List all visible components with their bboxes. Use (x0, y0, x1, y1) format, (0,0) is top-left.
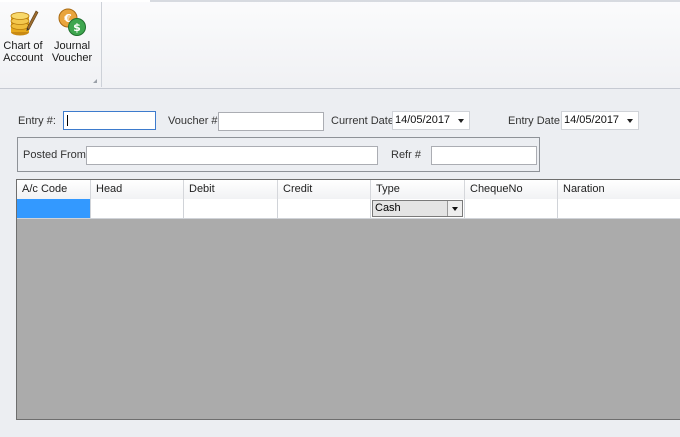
chevron-down-icon[interactable] (627, 119, 633, 123)
refr-number-input[interactable] (431, 146, 537, 165)
posted-from-label: Posted From (23, 149, 86, 161)
cell-cheque-no[interactable] (465, 199, 558, 219)
voucher-number-input[interactable] (218, 112, 324, 131)
cell-credit[interactable] (278, 199, 371, 219)
svg-text:$: $ (73, 21, 81, 34)
journal-voucher-label: Journal Voucher (51, 40, 93, 64)
column-header-cheque-no[interactable]: ChequeNo (465, 180, 558, 199)
cell-head[interactable] (91, 199, 184, 219)
ribbon-bar: Chart of Account € $ Journal Voucher (0, 0, 680, 89)
grid-header: A/c Code Head Debit Credit Type ChequeNo… (17, 180, 680, 200)
text-caret (67, 115, 68, 126)
coins-pen-icon (10, 10, 39, 36)
entry-number-input[interactable] (63, 111, 156, 130)
posted-from-input[interactable] (86, 146, 378, 165)
current-date-picker[interactable]: 14/05/2017 (392, 111, 470, 130)
refr-number-label: Refr # (391, 149, 421, 161)
column-header-credit[interactable]: Credit (278, 180, 371, 199)
chevron-down-icon[interactable] (458, 119, 464, 123)
type-select-value: Cash (375, 202, 401, 214)
column-header-naration[interactable]: Naration (558, 180, 680, 199)
cell-debit[interactable] (184, 199, 278, 219)
column-header-ac-code[interactable]: A/c Code (17, 180, 91, 199)
column-header-head[interactable]: Head (91, 180, 184, 199)
ribbon-group-accounts: Chart of Account € $ Journal Voucher (0, 2, 102, 87)
journal-entries-grid[interactable]: A/c Code Head Debit Credit Type ChequeNo… (16, 179, 680, 420)
column-header-debit[interactable]: Debit (184, 180, 278, 199)
entry-number-label: Entry #: (18, 115, 56, 127)
chevron-down-icon[interactable] (447, 201, 462, 216)
currency-exchange-icon: € $ (58, 8, 86, 36)
entry-date-picker[interactable]: 14/05/2017 (561, 111, 639, 130)
chart-of-account-label: Chart of Account (3, 40, 43, 64)
column-header-type[interactable]: Type (371, 180, 465, 199)
type-select[interactable]: Cash (372, 200, 463, 217)
group-launcher-icon[interactable] (92, 78, 98, 84)
journal-voucher-button[interactable]: € $ Journal Voucher (49, 6, 95, 68)
cell-naration[interactable] (558, 199, 680, 219)
voucher-number-label: Voucher # (168, 115, 218, 127)
current-date-label: Current Date (331, 115, 394, 127)
entry-date-label: Entry Date (508, 115, 560, 127)
cell-ac-code[interactable] (17, 199, 91, 219)
entry-date-value: 14/05/2017 (564, 114, 620, 126)
table-row[interactable]: Cash (17, 199, 680, 219)
chart-of-account-button[interactable]: Chart of Account (0, 6, 46, 68)
current-date-value: 14/05/2017 (395, 114, 451, 126)
cell-type[interactable]: Cash (371, 199, 465, 219)
